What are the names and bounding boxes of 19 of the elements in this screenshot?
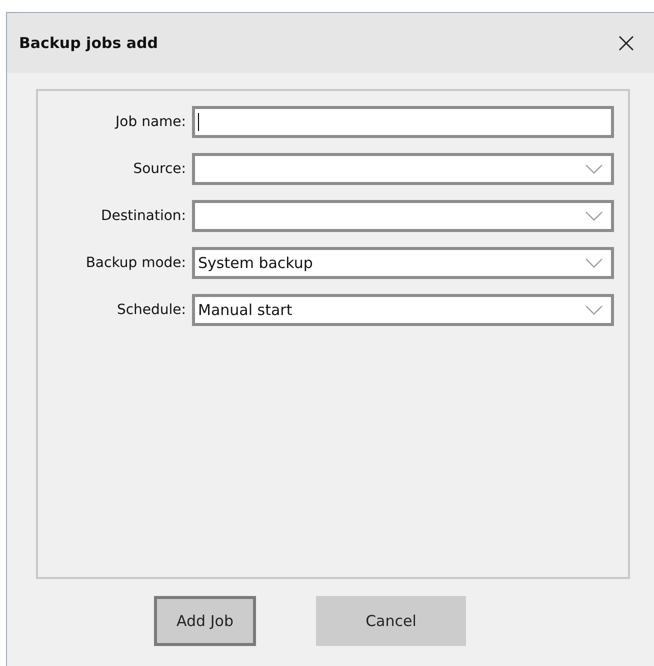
field-label: Source:: [132, 161, 186, 177]
chevron-down-icon: [585, 164, 603, 174]
window-title: Backup jobs add: [19, 34, 158, 52]
text-cursor: [198, 113, 199, 131]
chevron-down-icon: [585, 305, 603, 315]
chevron-down-icon: [585, 258, 603, 268]
dropdown-field[interactable]: System backup: [192, 247, 614, 279]
field-label: Job name:: [114, 114, 186, 130]
field-label: Destination:: [100, 208, 186, 224]
dropdown-field[interactable]: [192, 200, 614, 232]
field-label: Backup mode:: [84, 255, 186, 271]
chevron-down-icon: [585, 211, 603, 221]
dropdown-field[interactable]: [192, 153, 614, 185]
close-button[interactable]: ×: [614, 29, 638, 57]
job-name-field[interactable]: [192, 106, 614, 138]
add-job-button[interactable]: Add Job: [154, 596, 256, 646]
cancel-button[interactable]: Cancel: [316, 596, 466, 646]
dropdown-field[interactable]: Manual start: [192, 294, 614, 326]
field-label: Schedule:: [116, 302, 186, 318]
